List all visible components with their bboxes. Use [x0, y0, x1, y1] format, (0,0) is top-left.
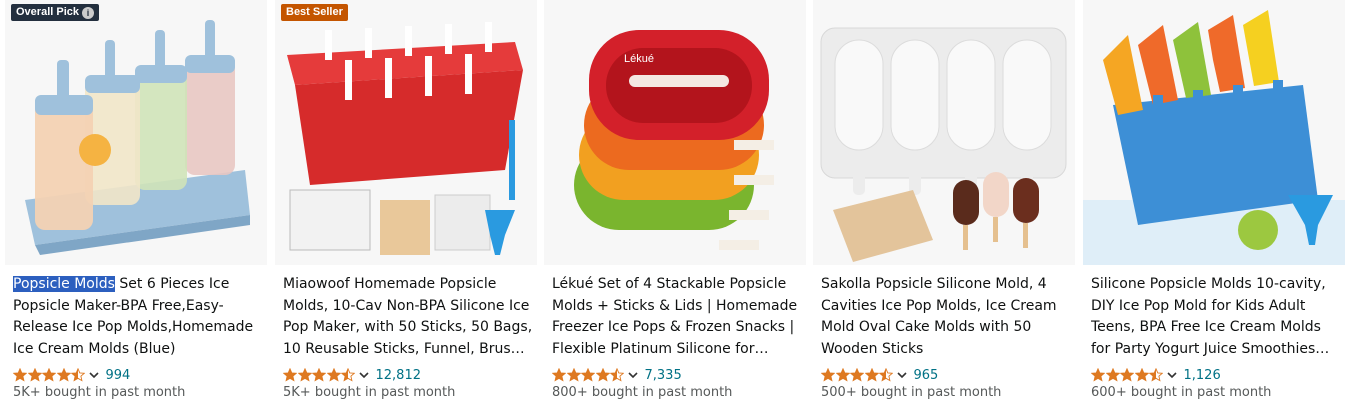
rating-count-link[interactable]: 994: [106, 368, 131, 383]
star-icon: [1134, 368, 1149, 382]
star-icon: [312, 368, 326, 382]
product-card[interactable]: Best Seller Miaowoof Homemade Popsicle M…: [275, 0, 537, 407]
product-title[interactable]: Lékué Set of 4 Stackable Popsicle Molds …: [552, 274, 802, 360]
rating-row[interactable]: 7,335: [552, 366, 682, 384]
star-icon: [835, 368, 850, 382]
title-highlight: Popsicle Molds: [13, 276, 115, 292]
star-rating: [283, 368, 356, 382]
bought-in-past-month: 800+ bought in past month: [552, 385, 733, 400]
chevron-down-icon[interactable]: [88, 369, 100, 381]
bought-in-past-month: 500+ bought in past month: [821, 385, 1002, 400]
star-icon: [850, 368, 864, 382]
star-icon: [1149, 368, 1163, 382]
star-icon: [283, 368, 297, 382]
star-icon: [595, 368, 610, 382]
product-image[interactable]: [813, 0, 1075, 265]
star-icon: [1091, 368, 1105, 382]
star-icon: [821, 368, 835, 382]
product-title[interactable]: Miaowoof Homemade Popsicle Molds, 10-Cav…: [283, 274, 533, 360]
product-card[interactable]: Sakolla Popsicle Silicone Mold, 4 Caviti…: [813, 0, 1075, 407]
rating-count-link[interactable]: 7,335: [645, 368, 682, 383]
bought-in-past-month: 5K+ bought in past month: [283, 385, 456, 400]
star-icon: [1105, 368, 1120, 382]
star-icon: [566, 368, 581, 382]
star-rating: [821, 368, 894, 382]
product-image[interactable]: Best Seller: [275, 0, 537, 265]
star-icon: [326, 368, 341, 382]
chevron-down-icon[interactable]: [358, 369, 370, 381]
product-image[interactable]: Lékué: [544, 0, 806, 265]
chevron-down-icon[interactable]: [627, 369, 639, 381]
bought-in-past-month: 600+ bought in past month: [1091, 385, 1272, 400]
product-results-row: Overall Pick i Popsicle Molds Set 6 Piec…: [0, 0, 1347, 407]
star-icon: [341, 368, 355, 382]
rating-row[interactable]: 965: [821, 366, 938, 384]
product-title[interactable]: Silicone Popsicle Molds 10-cavity, DIY I…: [1091, 274, 1341, 360]
star-icon: [1120, 368, 1134, 382]
brand-logo: Lékué: [624, 53, 654, 65]
product-image[interactable]: [1083, 0, 1345, 265]
star-icon: [27, 368, 42, 382]
star-icon: [552, 368, 566, 382]
star-icon: [71, 368, 85, 382]
best-seller-badge: Best Seller: [281, 4, 348, 21]
product-image[interactable]: Overall Pick i: [5, 0, 267, 265]
rating-count-link[interactable]: 1,126: [1184, 368, 1221, 383]
star-icon: [879, 368, 893, 382]
product-card[interactable]: Lékué Lékué Set of 4 Stackable Popsicle …: [544, 0, 806, 407]
product-title[interactable]: Sakolla Popsicle Silicone Mold, 4 Caviti…: [821, 274, 1071, 360]
product-card[interactable]: Silicone Popsicle Molds 10-cavity, DIY I…: [1083, 0, 1345, 407]
star-icon: [56, 368, 71, 382]
chevron-down-icon[interactable]: [1166, 369, 1178, 381]
star-icon: [610, 368, 624, 382]
star-icon: [581, 368, 595, 382]
chevron-down-icon[interactable]: [896, 369, 908, 381]
rating-count-link[interactable]: 965: [914, 368, 939, 383]
rating-row[interactable]: 1,126: [1091, 366, 1221, 384]
star-icon: [864, 368, 879, 382]
overall-pick-badge: Overall Pick i: [11, 4, 99, 21]
star-rating: [1091, 368, 1164, 382]
product-title[interactable]: Popsicle Molds Set 6 Pieces Ice Popsicle…: [13, 274, 263, 360]
product-card[interactable]: Overall Pick i Popsicle Molds Set 6 Piec…: [5, 0, 267, 407]
bought-in-past-month: 5K+ bought in past month: [13, 385, 186, 400]
rating-row[interactable]: 12,812: [283, 366, 421, 384]
star-rating: [13, 368, 86, 382]
star-icon: [13, 368, 27, 382]
star-icon: [42, 368, 56, 382]
rating-row[interactable]: 994: [13, 366, 130, 384]
star-icon: [297, 368, 312, 382]
info-icon[interactable]: i: [82, 6, 94, 19]
rating-count-link[interactable]: 12,812: [376, 368, 422, 383]
star-rating: [552, 368, 625, 382]
